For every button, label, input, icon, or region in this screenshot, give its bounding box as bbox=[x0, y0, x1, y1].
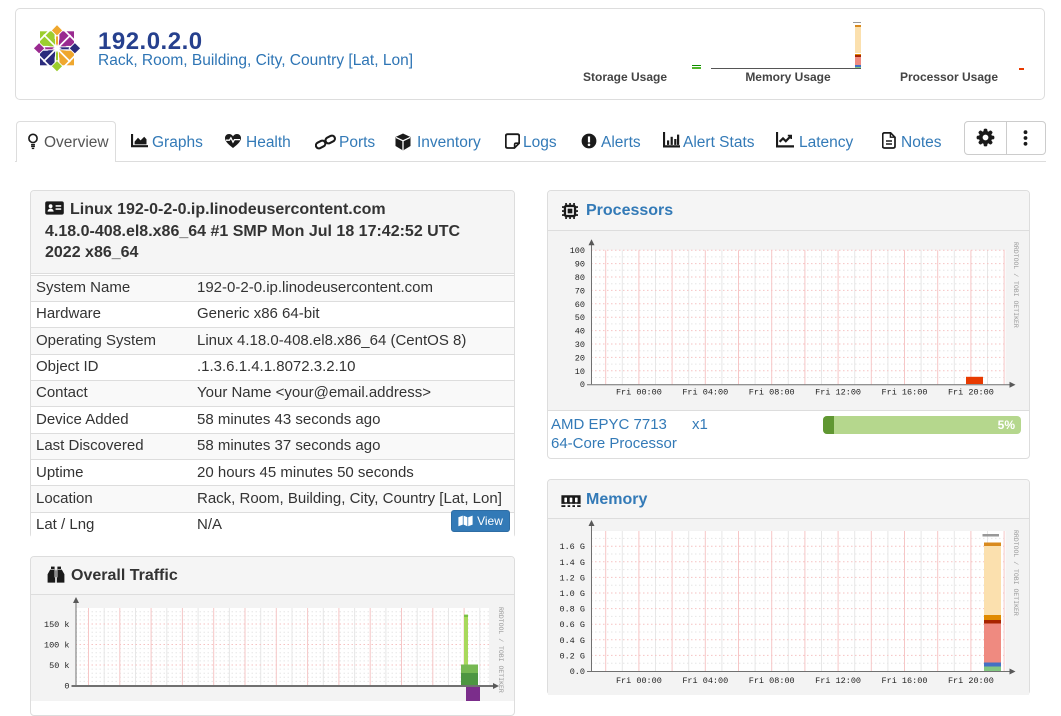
svg-text:RRDTOOL / TOBI OETIKER: RRDTOOL / TOBI OETIKER bbox=[1012, 530, 1019, 616]
svg-text:Fri 08:00: Fri 08:00 bbox=[749, 388, 795, 398]
svg-text:Fri 12:00: Fri 12:00 bbox=[815, 388, 861, 398]
svg-text:Fri 20:00: Fri 20:00 bbox=[948, 676, 994, 686]
svg-text:1.0 G: 1.0 G bbox=[559, 589, 585, 599]
svg-text:100: 100 bbox=[570, 246, 585, 256]
svg-text:30: 30 bbox=[575, 340, 585, 350]
svg-text:80: 80 bbox=[575, 273, 585, 283]
svg-text:Fri 00:00: Fri 00:00 bbox=[616, 676, 662, 686]
svg-text:RRDTOOL / TOBI OETIKER: RRDTOOL / TOBI OETIKER bbox=[1012, 242, 1019, 328]
svg-text:50 k: 50 k bbox=[49, 661, 69, 671]
svg-text:Fri 16:00: Fri 16:00 bbox=[882, 676, 928, 686]
svg-text:RRDTOOL / TOBI OETIKER: RRDTOOL / TOBI OETIKER bbox=[497, 607, 504, 693]
svg-text:0.6 G: 0.6 G bbox=[559, 620, 585, 630]
svg-text:150 k: 150 k bbox=[44, 620, 70, 630]
svg-text:Fri 04:00: Fri 04:00 bbox=[682, 388, 728, 398]
svg-text:1.2 G: 1.2 G bbox=[559, 573, 585, 583]
svg-text:20: 20 bbox=[575, 353, 585, 363]
svg-text:Fri 20:00: Fri 20:00 bbox=[948, 388, 994, 398]
svg-text:10: 10 bbox=[575, 367, 585, 377]
svg-text:60: 60 bbox=[575, 300, 585, 310]
svg-text:1.4 G: 1.4 G bbox=[559, 558, 585, 568]
svg-text:0: 0 bbox=[580, 380, 585, 390]
svg-text:0.0: 0.0 bbox=[570, 667, 585, 677]
svg-text:0: 0 bbox=[64, 682, 69, 692]
svg-text:Fri 08:00: Fri 08:00 bbox=[749, 676, 795, 686]
svg-text:50: 50 bbox=[575, 313, 585, 323]
svg-text:0.2 G: 0.2 G bbox=[559, 651, 585, 661]
svg-text:100 k: 100 k bbox=[44, 641, 70, 651]
svg-text:Fri 12:00: Fri 12:00 bbox=[815, 676, 861, 686]
svg-text:1.6 G: 1.6 G bbox=[559, 542, 585, 552]
svg-text:40: 40 bbox=[575, 327, 585, 337]
svg-text:0.4 G: 0.4 G bbox=[559, 636, 585, 646]
svg-text:90: 90 bbox=[575, 260, 585, 270]
svg-text:Fri 00:00: Fri 00:00 bbox=[616, 388, 662, 398]
svg-text:0.8 G: 0.8 G bbox=[559, 605, 585, 615]
svg-text:Fri 04:00: Fri 04:00 bbox=[682, 676, 728, 686]
svg-text:70: 70 bbox=[575, 286, 585, 296]
svg-text:Fri 16:00: Fri 16:00 bbox=[882, 388, 928, 398]
